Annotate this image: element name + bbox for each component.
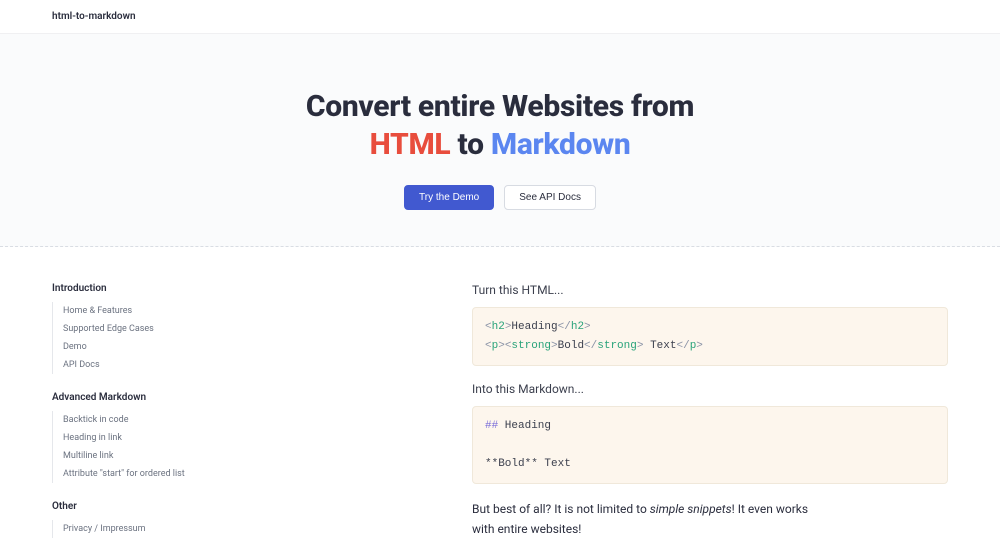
sidebar: Introduction Home & Features Supported E… bbox=[52, 283, 252, 556]
main-content: Turn this HTML... <h2>Heading</h2> <p><s… bbox=[252, 283, 948, 556]
see-api-docs-button[interactable]: See API Docs bbox=[504, 185, 596, 210]
hero-line1: Convert entire Websites from bbox=[306, 89, 694, 124]
hero: Convert entire Websites from HTML to Mar… bbox=[0, 34, 1000, 247]
description-paragraph: But best of all? It is not limited to si… bbox=[472, 500, 948, 538]
sidebar-item-multiline-link[interactable]: Multiline link bbox=[52, 447, 252, 465]
sidebar-item-api-docs[interactable]: API Docs bbox=[52, 356, 252, 374]
sidebar-item-backtick[interactable]: Backtick in code bbox=[52, 411, 252, 429]
header: html-to-markdown bbox=[0, 0, 1000, 34]
sidebar-group-other: Other Privacy / Impressum bbox=[52, 501, 252, 538]
sidebar-group-advanced: Advanced Markdown Backtick in code Headi… bbox=[52, 392, 252, 483]
sidebar-item-privacy[interactable]: Privacy / Impressum bbox=[52, 520, 252, 538]
sidebar-item-demo[interactable]: Demo bbox=[52, 338, 252, 356]
sidebar-title: Introduction bbox=[52, 283, 252, 294]
cta-row: Try the Demo See API Docs bbox=[0, 185, 1000, 210]
into-markdown-label: Into this Markdown... bbox=[472, 382, 948, 396]
sidebar-item-edge-cases[interactable]: Supported Edge Cases bbox=[52, 320, 252, 338]
hero-to-word: to bbox=[450, 127, 490, 162]
turn-html-label: Turn this HTML... bbox=[472, 283, 948, 297]
sidebar-item-home-features[interactable]: Home & Features bbox=[52, 302, 252, 320]
content-area: Introduction Home & Features Supported E… bbox=[0, 247, 1000, 556]
sidebar-group-introduction: Introduction Home & Features Supported E… bbox=[52, 283, 252, 374]
sidebar-item-attr-start[interactable]: Attribute "start" for ordered list bbox=[52, 465, 252, 483]
sidebar-title: Other bbox=[52, 501, 252, 512]
hero-title: Convert entire Websites from HTML to Mar… bbox=[0, 88, 1000, 163]
hero-html-word: HTML bbox=[370, 127, 451, 162]
hero-md-word: Markdown bbox=[491, 127, 631, 162]
html-code-block: <h2>Heading</h2> <p><strong>Bold</strong… bbox=[472, 307, 948, 366]
try-demo-button[interactable]: Try the Demo bbox=[404, 185, 494, 210]
sidebar-item-heading-link[interactable]: Heading in link bbox=[52, 429, 252, 447]
markdown-code-block: ## Heading **Bold** Text bbox=[472, 406, 948, 484]
sidebar-title: Advanced Markdown bbox=[52, 392, 252, 403]
logo-link[interactable]: html-to-markdown bbox=[52, 11, 136, 22]
